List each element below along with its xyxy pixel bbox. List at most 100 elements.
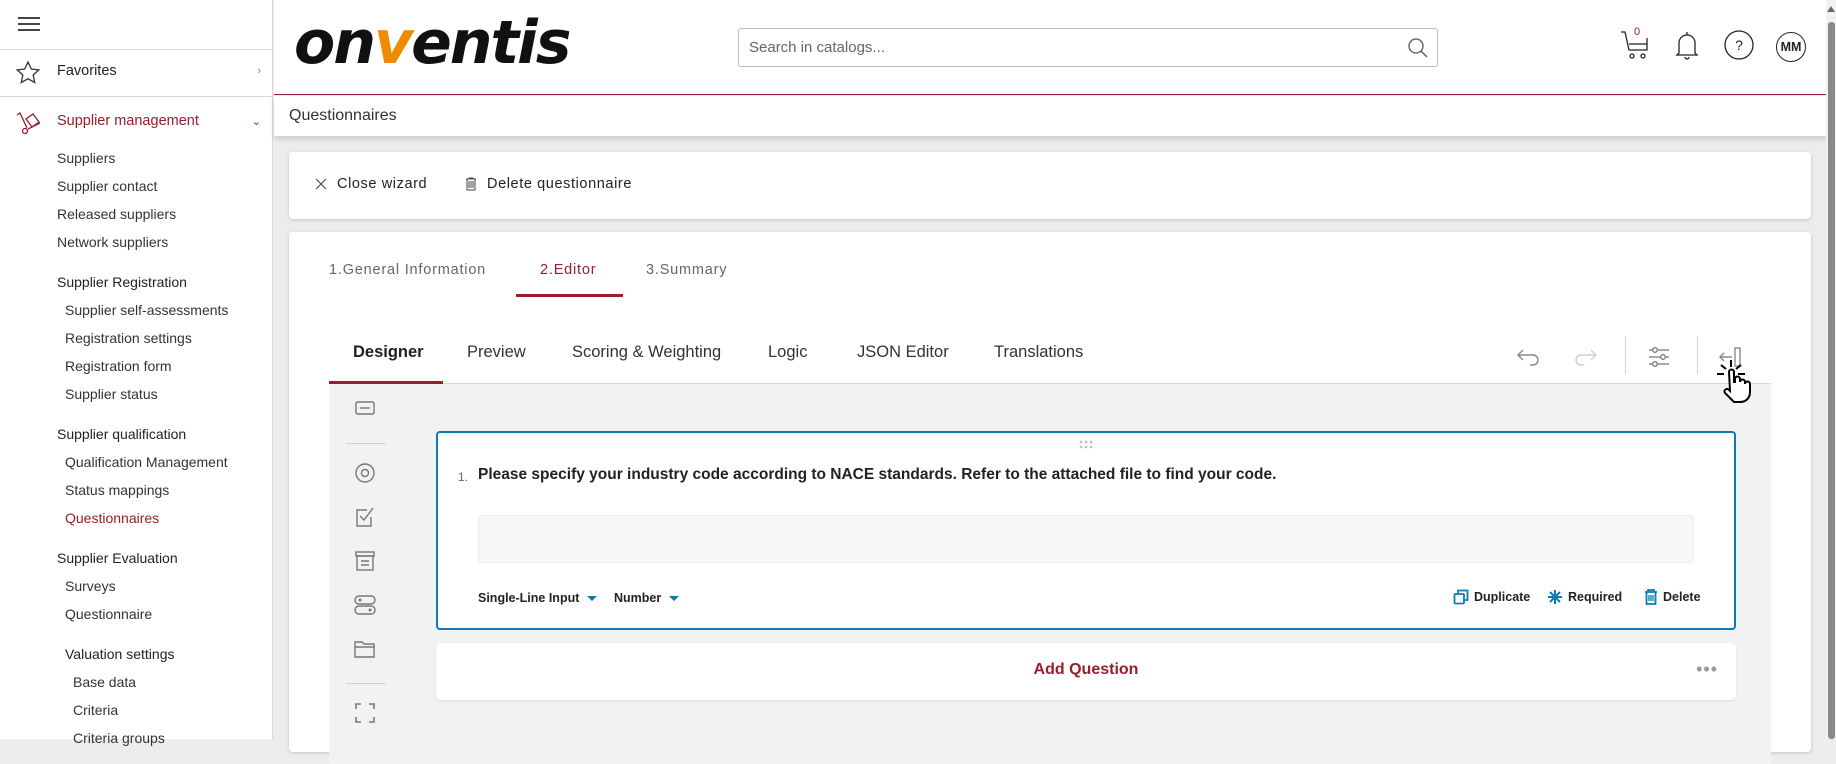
tab-logic[interactable]: Logic <box>768 343 807 362</box>
close-wizard-label: Close wizard <box>337 176 428 192</box>
cart-button[interactable]: 0 <box>1619 26 1653 62</box>
toolbox-boolean[interactable] <box>351 591 379 619</box>
sidebar-group-supplier-evaluation[interactable]: Supplier Evaluation <box>57 550 178 566</box>
sidebar-item-supplier-self-assessments[interactable]: Supplier self-assessments <box>65 302 228 318</box>
sidebar-item-questionnaires[interactable]: Questionnaires <box>65 510 159 526</box>
chevron-down-icon: ⌄ <box>251 115 261 128</box>
sidebar-section-supplier-management[interactable]: Supplier management ⌄ <box>0 101 273 141</box>
sidebar-group-supplier-registration[interactable]: Supplier Registration <box>57 274 187 290</box>
hand-truck-icon <box>16 112 41 135</box>
redo-icon <box>1575 349 1597 366</box>
toolbar-divider <box>1697 336 1698 374</box>
sidebar-item-registration-settings[interactable]: Registration settings <box>65 330 192 346</box>
scroll-up-arrow-icon[interactable] <box>1827 6 1835 12</box>
bell-icon <box>1675 32 1699 60</box>
input-type-dropdown[interactable]: Single-Line Input <box>478 591 598 605</box>
active-step-indicator <box>516 294 623 297</box>
settings-button[interactable] <box>1642 340 1676 374</box>
dropdown-list-icon <box>355 551 375 571</box>
delete-label: Delete <box>1663 590 1701 604</box>
sidebar-item-status-mappings[interactable]: Status mappings <box>65 482 169 498</box>
undo-icon <box>1517 349 1539 366</box>
star-icon <box>15 60 41 84</box>
add-question-button[interactable]: Add Question <box>436 661 1736 679</box>
text-input-icon <box>355 401 375 415</box>
sidebar-item-questionnaire[interactable]: Questionnaire <box>65 606 152 622</box>
sidebar-item-released-suppliers[interactable]: Released suppliers <box>57 206 176 222</box>
onventis-logo[interactable]: onventis <box>294 8 571 78</box>
sidebar-item-suppliers[interactable]: Suppliers <box>57 150 115 166</box>
search-input[interactable] <box>739 29 1379 66</box>
undo-button[interactable] <box>1512 340 1546 374</box>
tab-preview[interactable]: Preview <box>467 343 526 362</box>
sidebar-item-favorites[interactable]: Favorites › <box>0 51 273 91</box>
required-label: Required <box>1568 590 1623 604</box>
required-toggle[interactable]: Required <box>1547 589 1622 605</box>
sidebar-item-qualification-management[interactable]: Qualification Management <box>65 454 228 470</box>
caret-down-icon <box>587 595 598 601</box>
close-wizard-button[interactable]: Close wizard <box>315 176 427 192</box>
top-header: onventis 0 ? MM <box>274 0 1826 95</box>
toolbox-divider <box>346 443 386 444</box>
editor-tabs: Designer Preview Scoring & Weighting Log… <box>329 332 1771 384</box>
delete-questionnaire-button[interactable]: Delete questionnaire <box>465 176 632 192</box>
breadcrumb-bar: Questionnaires <box>274 96 1826 136</box>
drag-handle-icon[interactable] <box>1078 439 1094 451</box>
sidebar-item-base-data[interactable]: Base data <box>73 674 136 690</box>
scrollbar-thumb[interactable] <box>1828 22 1835 739</box>
sidebar-item-surveys[interactable]: Surveys <box>65 578 116 594</box>
sidebar-item-network-suppliers[interactable]: Network suppliers <box>57 234 168 250</box>
divider <box>0 49 273 50</box>
more-options-icon[interactable]: ••• <box>1696 659 1718 680</box>
supplier-management-label: Supplier management <box>57 113 199 129</box>
value-type-dropdown[interactable]: Number <box>614 591 680 605</box>
help-button[interactable]: ? <box>1722 28 1756 62</box>
asterisk-icon <box>1548 590 1562 604</box>
logo-text-post: entis <box>411 8 571 78</box>
tab-designer[interactable]: Designer <box>353 343 424 362</box>
sidebar-group-supplier-qualification[interactable]: Supplier qualification <box>57 426 186 442</box>
trash-icon <box>466 177 476 191</box>
redo-button[interactable] <box>1568 340 1602 374</box>
delete-question-button[interactable]: Delete <box>1644 589 1701 605</box>
input-type-value: Single-Line Input <box>478 591 580 605</box>
toolbox-fullscreen[interactable] <box>351 699 379 727</box>
toolbox-radio[interactable] <box>351 459 379 487</box>
help-icon: ? <box>1724 30 1754 60</box>
logo-text-pre: on <box>294 8 376 78</box>
trash-icon <box>1645 589 1657 605</box>
logo-text-v: v <box>373 8 413 78</box>
radio-icon <box>355 463 375 483</box>
answer-input-preview[interactable] <box>478 515 1694 563</box>
step-summary[interactable]: 3.Summary <box>646 262 727 278</box>
sidebar-item-supplier-status[interactable]: Supplier status <box>65 386 158 402</box>
tab-json-editor[interactable]: JSON Editor <box>857 343 949 362</box>
notifications-button[interactable] <box>1670 28 1704 62</box>
sidebar-item-criteria[interactable]: Criteria <box>73 702 118 718</box>
page-scrollbar[interactable] <box>1826 0 1836 739</box>
tab-translations[interactable]: Translations <box>994 343 1083 362</box>
tab-scoring-weighting[interactable]: Scoring & Weighting <box>572 343 721 362</box>
hamburger-menu-icon[interactable] <box>18 17 40 31</box>
duplicate-icon <box>1453 589 1469 605</box>
toolbox-checkbox[interactable] <box>351 503 379 531</box>
question-card[interactable]: 1. Please specify your industry code acc… <box>436 431 1736 630</box>
search-icon[interactable] <box>1407 37 1429 59</box>
toolbox-divider <box>346 683 386 684</box>
step-editor[interactable]: 2.Editor <box>540 262 596 278</box>
sidebar-group-valuation-settings[interactable]: Valuation settings <box>65 646 174 662</box>
sidebar-item-registration-form[interactable]: Registration form <box>65 358 172 374</box>
delete-questionnaire-label: Delete questionnaire <box>487 176 633 192</box>
sidebar-item-criteria-groups[interactable]: Criteria groups <box>73 730 165 746</box>
sidebar-item-supplier-contact[interactable]: Supplier contact <box>57 178 157 194</box>
user-avatar[interactable]: MM <box>1776 32 1806 62</box>
toolbox-dropdown[interactable] <box>351 547 379 575</box>
step-general-information[interactable]: 1.General Information <box>329 262 486 278</box>
collapse-panel-button[interactable] <box>1714 340 1748 374</box>
toolbox-file[interactable] <box>351 635 379 663</box>
designer-canvas: 1. Please specify your industry code acc… <box>329 384 1771 764</box>
duplicate-button[interactable]: Duplicate <box>1453 589 1530 605</box>
toolbox-text-input[interactable] <box>351 394 379 422</box>
folder-icon <box>354 641 375 658</box>
question-title[interactable]: Please specify your industry code accord… <box>478 466 1276 484</box>
